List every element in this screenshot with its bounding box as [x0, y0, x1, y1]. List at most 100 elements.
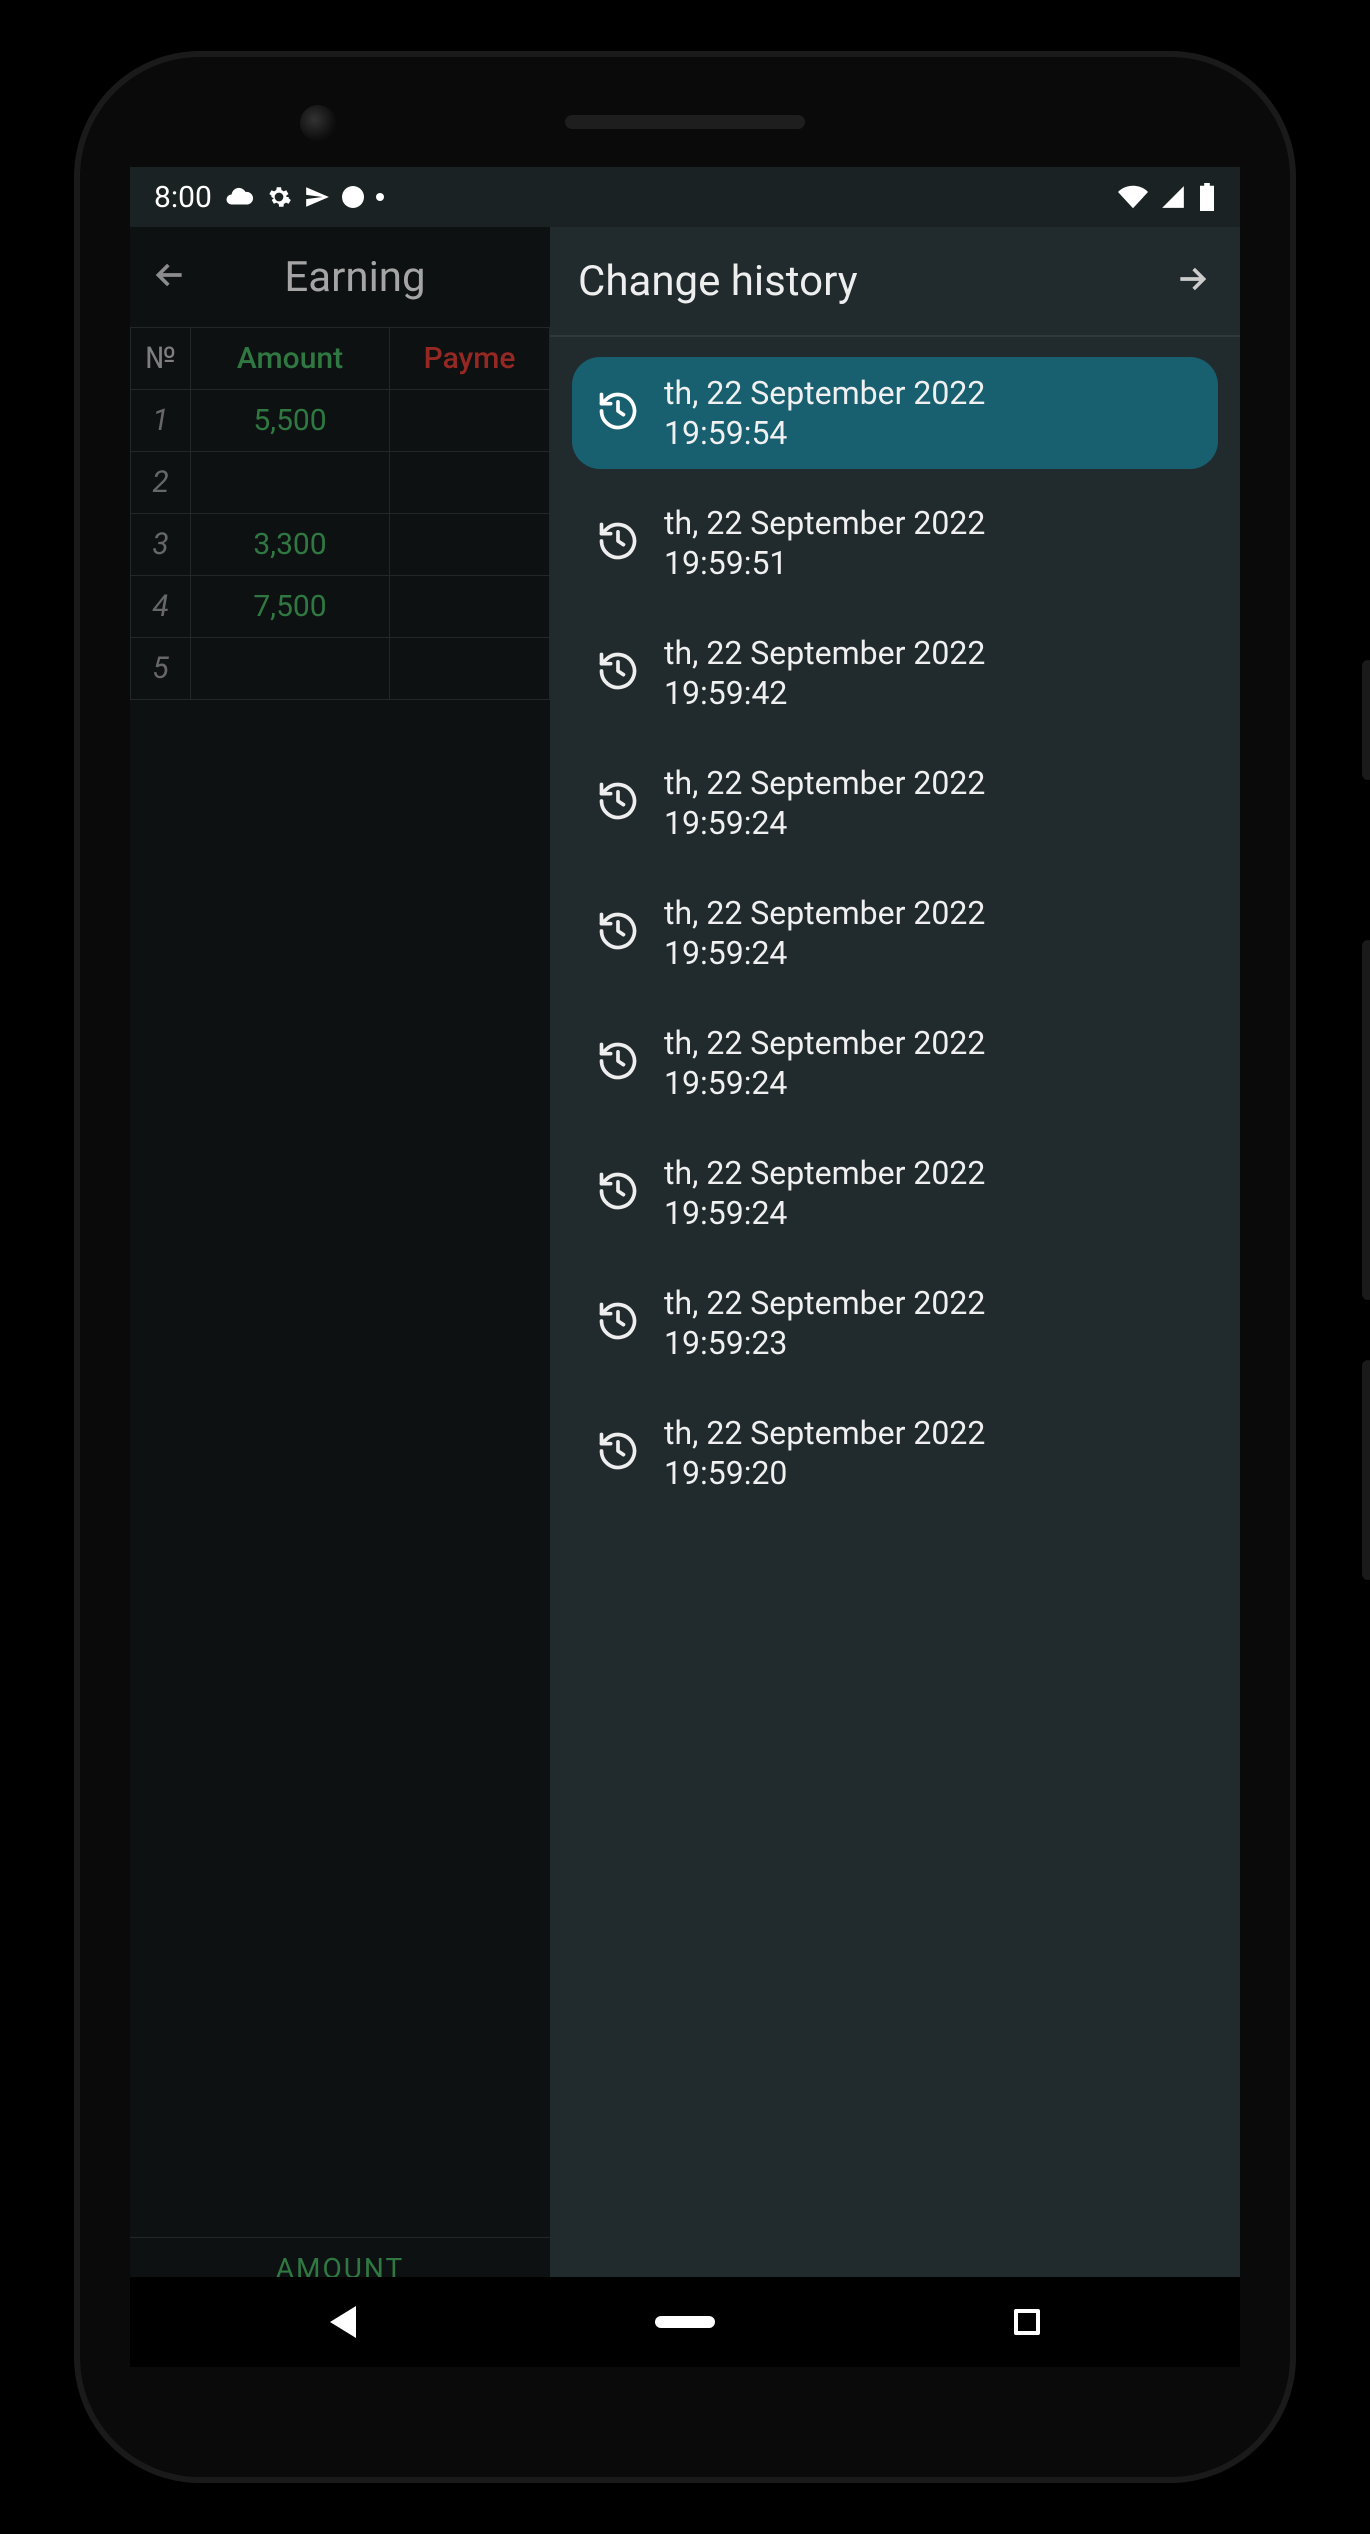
- row-number: 2: [131, 452, 191, 514]
- history-icon: [596, 519, 640, 567]
- history-text: th, 22 September 202219:59:42: [664, 633, 985, 713]
- notification-dot-icon: [342, 186, 364, 208]
- row-payme[interactable]: [390, 514, 550, 576]
- battery-icon: [1198, 183, 1216, 211]
- header-number: №: [131, 328, 191, 390]
- earning-title: Earning: [220, 253, 530, 302]
- wifi-icon: [1118, 182, 1148, 212]
- history-time: 19:59:51: [664, 543, 985, 583]
- history-item[interactable]: th, 22 September 202219:59:42: [572, 617, 1218, 729]
- history-item[interactable]: th, 22 September 202219:59:54: [572, 357, 1218, 469]
- history-time: 19:59:42: [664, 673, 985, 713]
- history-panel: Change history th, 22 September 202219:5…: [550, 227, 1240, 2367]
- gear-icon: [266, 184, 292, 210]
- history-item[interactable]: th, 22 September 202219:59:24: [572, 1007, 1218, 1119]
- earning-header: Earning: [130, 227, 550, 327]
- history-date: th, 22 September 2022: [664, 1283, 985, 1323]
- side-button: [1362, 940, 1370, 1300]
- history-time: 19:59:24: [664, 803, 985, 843]
- row-number: 5: [131, 638, 191, 700]
- history-text: th, 22 September 202219:59:23: [664, 1283, 985, 1363]
- history-text: th, 22 September 202219:59:24: [664, 763, 985, 843]
- history-time: 19:59:24: [664, 1193, 985, 1233]
- row-amount[interactable]: 7,500: [191, 576, 390, 638]
- nav-recent-icon[interactable]: [1014, 2309, 1040, 2335]
- history-item[interactable]: th, 22 September 202219:59:23: [572, 1267, 1218, 1379]
- header-payme[interactable]: Payme: [390, 328, 550, 390]
- side-button: [1362, 1360, 1370, 1580]
- send-icon: [304, 184, 330, 210]
- header-amount[interactable]: Amount: [191, 328, 390, 390]
- history-text: th, 22 September 202219:59:24: [664, 1023, 985, 1103]
- speaker-grille: [565, 115, 805, 129]
- row-payme[interactable]: [390, 452, 550, 514]
- history-icon: [596, 1299, 640, 1347]
- table-row[interactable]: 15,500: [131, 390, 550, 452]
- status-time: 8:00: [154, 180, 212, 215]
- table-row[interactable]: 2: [131, 452, 550, 514]
- history-icon: [596, 1169, 640, 1217]
- history-item[interactable]: th, 22 September 202219:59:24: [572, 877, 1218, 989]
- more-dot-icon: [376, 193, 384, 201]
- status-left: 8:00: [154, 180, 384, 215]
- history-time: 19:59:20: [664, 1453, 985, 1493]
- row-number: 4: [131, 576, 191, 638]
- history-text: th, 22 September 202219:59:24: [664, 893, 985, 973]
- phone-frame: 8:00: [0, 0, 1370, 2534]
- history-text: th, 22 September 202219:59:51: [664, 503, 985, 583]
- history-item[interactable]: th, 22 September 202219:59:20: [572, 1397, 1218, 1509]
- history-text: th, 22 September 202219:59:20: [664, 1413, 985, 1493]
- phone-bezel: 8:00: [80, 57, 1290, 2477]
- history-date: th, 22 September 2022: [664, 893, 985, 933]
- earning-table: № Amount Payme 15,500233,30047,5005: [130, 327, 550, 700]
- table-row[interactable]: 33,300: [131, 514, 550, 576]
- history-title: Change history: [578, 257, 858, 306]
- history-date: th, 22 September 2022: [664, 763, 985, 803]
- side-button: [1362, 660, 1370, 780]
- history-text: th, 22 September 202219:59:24: [664, 1153, 985, 1233]
- table-row[interactable]: 5: [131, 638, 550, 700]
- row-amount[interactable]: 3,300: [191, 514, 390, 576]
- nav-home-icon[interactable]: [655, 2316, 715, 2328]
- status-right: [1118, 182, 1216, 212]
- history-date: th, 22 September 2022: [664, 633, 985, 673]
- row-number: 1: [131, 390, 191, 452]
- history-icon: [596, 909, 640, 957]
- front-camera: [300, 105, 336, 141]
- table-row[interactable]: 47,500: [131, 576, 550, 638]
- history-time: 19:59:24: [664, 1063, 985, 1103]
- history-date: th, 22 September 2022: [664, 1413, 985, 1453]
- history-date: th, 22 September 2022: [664, 1023, 985, 1063]
- history-time: 19:59:24: [664, 933, 985, 973]
- row-payme[interactable]: [390, 638, 550, 700]
- forward-icon[interactable]: [1172, 259, 1212, 303]
- cloud-icon: [224, 182, 254, 212]
- row-payme[interactable]: [390, 576, 550, 638]
- row-payme[interactable]: [390, 390, 550, 452]
- signal-icon: [1160, 184, 1186, 210]
- history-date: th, 22 September 2022: [664, 1153, 985, 1193]
- history-text: th, 22 September 202219:59:54: [664, 373, 985, 453]
- android-navbar: [130, 2277, 1240, 2367]
- history-icon: [596, 1039, 640, 1087]
- history-icon: [596, 779, 640, 827]
- history-icon: [596, 1429, 640, 1477]
- history-time: 19:59:54: [664, 413, 985, 453]
- history-icon: [596, 649, 640, 697]
- history-item[interactable]: th, 22 September 202219:59:24: [572, 747, 1218, 859]
- row-amount[interactable]: [191, 452, 390, 514]
- row-amount[interactable]: [191, 638, 390, 700]
- back-icon[interactable]: [150, 255, 190, 299]
- history-item[interactable]: th, 22 September 202219:59:51: [572, 487, 1218, 599]
- history-date: th, 22 September 2022: [664, 503, 985, 543]
- history-icon: [596, 389, 640, 437]
- history-item[interactable]: th, 22 September 202219:59:24: [572, 1137, 1218, 1249]
- row-amount[interactable]: 5,500: [191, 390, 390, 452]
- nav-back-icon[interactable]: [330, 2306, 356, 2338]
- screen: 8:00: [130, 167, 1240, 2367]
- history-list[interactable]: th, 22 September 202219:59:54th, 22 Sept…: [550, 337, 1240, 1529]
- history-time: 19:59:23: [664, 1323, 985, 1363]
- history-header: Change history: [550, 227, 1240, 337]
- earning-panel: Earning № Amount Payme 15,500233,30047,5…: [130, 227, 550, 2367]
- status-bar: 8:00: [130, 167, 1240, 227]
